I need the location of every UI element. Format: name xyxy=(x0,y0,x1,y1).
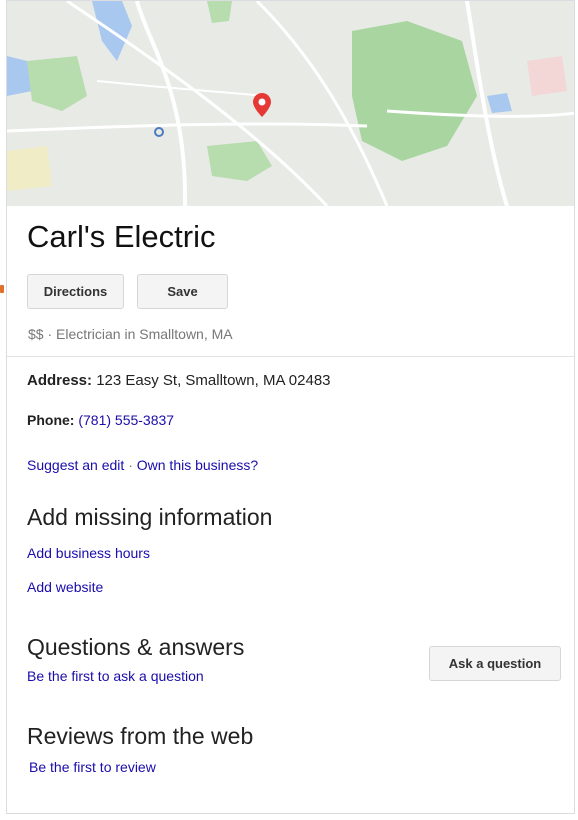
map-pin-icon[interactable] xyxy=(253,93,271,117)
suggest-edit-link[interactable]: Suggest an edit xyxy=(27,457,124,473)
address-value: 123 Easy St, Smalltown, MA 02483 xyxy=(96,372,331,389)
edge-marker xyxy=(0,285,4,293)
first-review-link[interactable]: Be the first to review xyxy=(29,759,156,775)
address-label: Address: xyxy=(27,372,93,389)
save-button[interactable]: Save xyxy=(137,274,228,309)
business-panel: Carl's Electric Directions Save $$ · Ele… xyxy=(6,0,575,814)
phone-link[interactable]: (781) 555-3837 xyxy=(78,412,174,428)
business-category: $$ · Electrician in Smalltown, MA xyxy=(28,326,233,342)
edit-links: Suggest an edit · Own this business? xyxy=(27,457,258,473)
phone-row: Phone: (781) 555-3837 xyxy=(27,412,174,428)
add-website-link[interactable]: Add website xyxy=(27,579,103,595)
own-business-link[interactable]: Own this business? xyxy=(137,457,258,473)
add-hours-link[interactable]: Add business hours xyxy=(27,545,150,561)
business-name: Carl's Electric xyxy=(27,219,216,254)
reviews-heading: Reviews from the web xyxy=(27,723,254,749)
section-divider xyxy=(7,356,574,357)
link-separator: · xyxy=(128,457,133,473)
map-preview[interactable] xyxy=(7,1,574,206)
ask-first-link[interactable]: Be the first to ask a question xyxy=(27,668,204,684)
map-graphic xyxy=(7,1,574,206)
missing-info-heading: Add missing information xyxy=(27,504,273,530)
qa-heading: Questions & answers xyxy=(27,634,245,660)
ask-question-button[interactable]: Ask a question xyxy=(429,646,561,681)
address-row: Address: 123 Easy St, Smalltown, MA 0248… xyxy=(27,372,331,389)
directions-button[interactable]: Directions xyxy=(27,274,124,309)
phone-label: Phone: xyxy=(27,412,75,428)
